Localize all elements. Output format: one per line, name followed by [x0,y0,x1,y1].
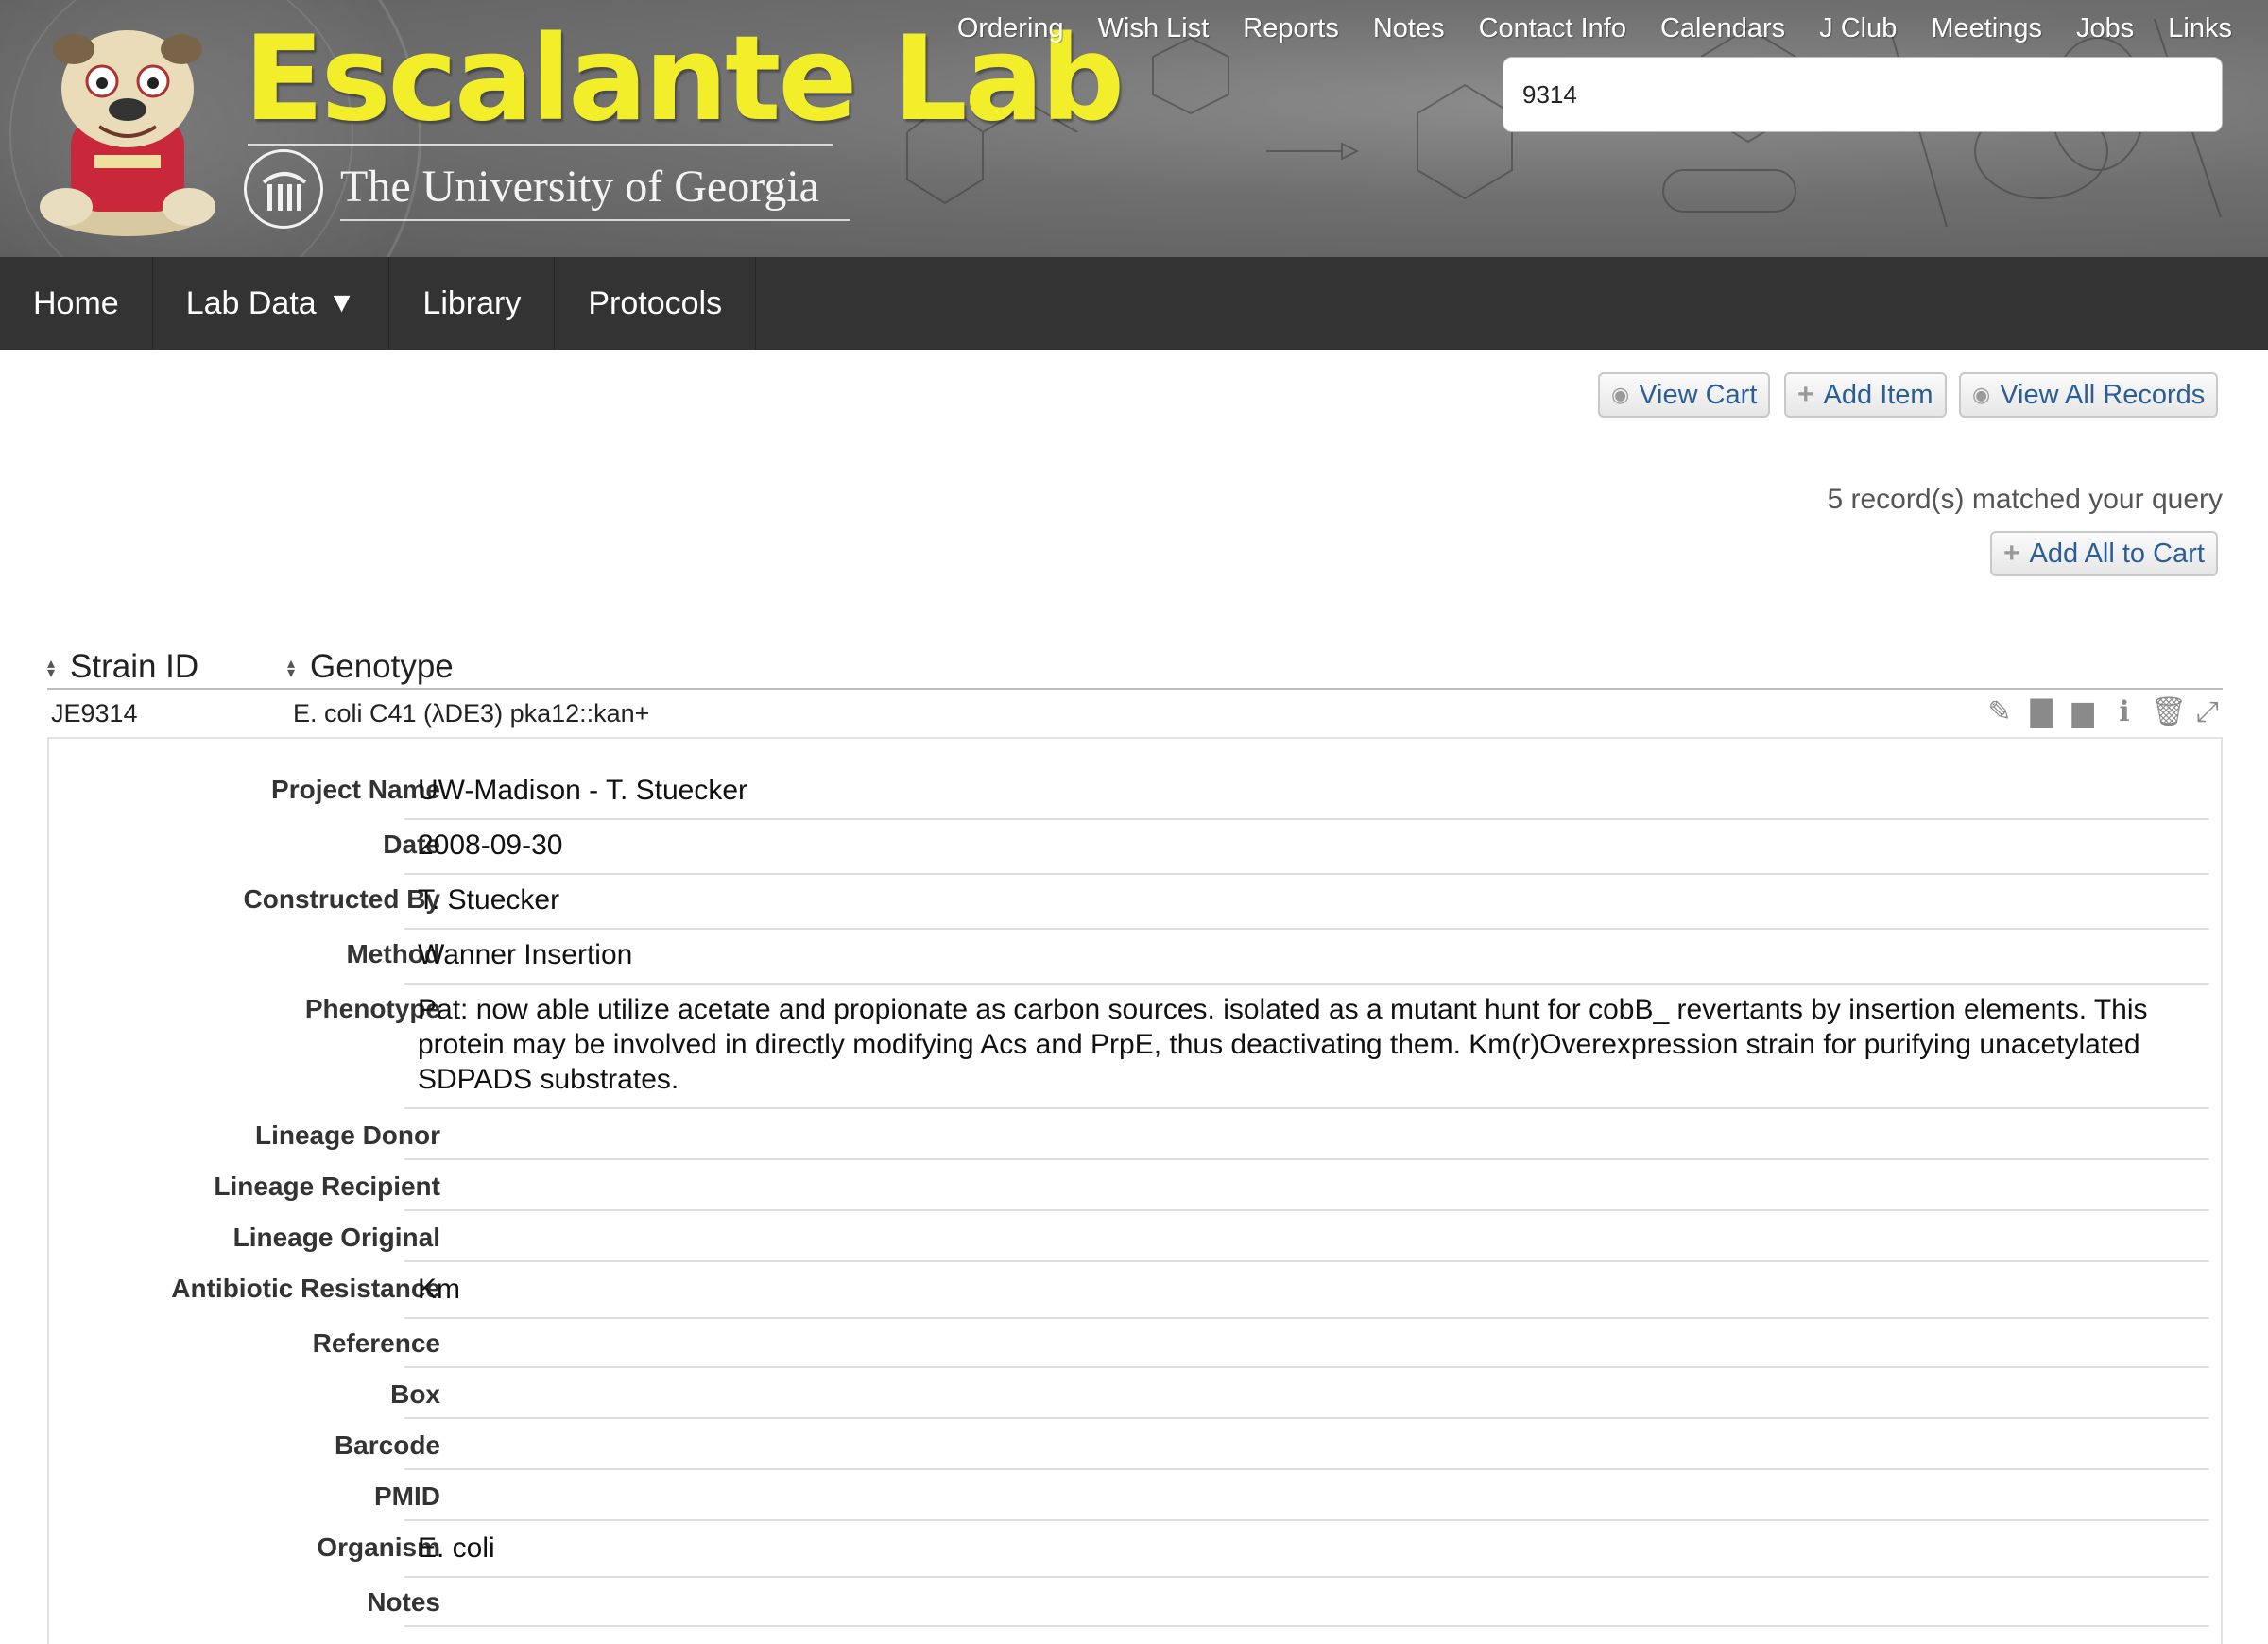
field-divider [404,1519,2209,1521]
field-divider [404,873,2209,875]
view-cart-label: View Cart [1639,379,1758,410]
title-underline [248,144,833,146]
field-label: Reference [312,1328,440,1358]
field-label: PMID [374,1481,440,1511]
field-value: T. Stuecker [418,884,560,916]
dropdown-arrow-icon: ▼ [327,287,356,318]
field-divider [404,1209,2209,1211]
field-value: Wanner Insertion [418,939,633,970]
university-name: The University of Georgia [340,162,819,212]
field-divider [404,1366,2209,1368]
uga-arch-icon [244,149,323,229]
strain-id-cell[interactable]: JE9314 [51,699,138,728]
field-divider [404,818,2209,820]
plus-icon: + [1797,379,1814,410]
field-divider [404,1107,2209,1109]
field-divider [404,928,2209,930]
university-underline [340,219,850,221]
field-label: Project Name [271,775,440,804]
field-divider [404,1625,2209,1627]
top-navigation: Ordering Wish List Reports Notes Contact… [957,13,2232,44]
copy-icon[interactable]: ▇ [2026,697,2056,728]
view-all-records-label: View All Records [2000,379,2206,410]
add-all-to-cart-label: Add All to Cart [2029,538,2205,569]
field-label: Lineage Donor [254,1121,440,1150]
add-item-label: Add Item [1823,379,1933,410]
column-header-genotype-label: Genotype [310,648,454,685]
record-detail-panel: Project Name UW-Madison - T. Stuecker Da… [47,737,2223,1644]
field-value: E. coli [418,1533,495,1564]
topnav-jobs[interactable]: Jobs [2076,13,2134,44]
field-label: Lineage Original [232,1223,440,1252]
sort-icon: ▴ ▾ [287,655,296,681]
nav-home-label: Home [33,284,119,321]
topnav-calendars[interactable]: Calendars [1660,13,1785,44]
nav-lab-data[interactable]: Lab Data ▼ [153,257,390,350]
topnav-contact-info[interactable]: Contact Info [1479,13,1626,44]
field-value: UW-Madison - T. Stuecker [418,775,747,806]
column-header-strain-id-label: Strain ID [70,648,199,685]
field-divider [404,1317,2209,1319]
field-divider [404,1468,2209,1470]
file-icon[interactable]: ▆ [2068,697,2098,728]
field-label: Antibiotic Resistance [171,1274,440,1303]
topnav-j-club[interactable]: J Club [1819,13,1897,44]
field-divider [404,983,2209,985]
nav-library[interactable]: Library [389,257,556,350]
delete-icon[interactable]: 🗑 [2151,697,2187,728]
expand-icon[interactable]: ⤢ [2192,697,2223,728]
plus-icon: + [2003,538,2020,569]
bulldog-mascot-icon [40,30,215,236]
field-divider [404,1576,2209,1578]
topnav-links[interactable]: Links [2168,13,2232,44]
info-icon[interactable]: ℹ [2109,697,2139,728]
site-banner: Escalante Lab The University of Georgia … [0,0,2268,257]
field-divider [404,1417,2209,1419]
genotype-cell: E. coli C41 (λDE3) pka12::kan+ [293,699,650,728]
match-count-text: 5 record(s) matched your query [1827,484,2223,515]
nav-home[interactable]: Home [0,257,153,350]
topnav-wish-list[interactable]: Wish List [1098,13,1210,44]
column-header-genotype[interactable]: ▴ ▾ Genotype [287,648,454,686]
view-cart-button[interactable]: ◉ View Cart [1598,372,1771,418]
field-divider [404,1158,2209,1160]
edit-icon[interactable]: ✎ [1984,697,2015,728]
sort-icon: ▴ ▾ [47,655,56,681]
field-label: Box [390,1379,440,1409]
row-actions: ✎ ▇ ▆ ℹ 🗑 ⤢ [1984,697,2223,728]
field-label: Notes [367,1587,440,1617]
topnav-notes[interactable]: Notes [1373,13,1445,44]
topnav-meetings[interactable]: Meetings [1931,13,2042,44]
view-all-records-button[interactable]: ◉ View All Records [1959,372,2219,418]
field-value: Pat: now able utilize acetate and propio… [418,994,2148,1095]
field-divider [404,1260,2209,1262]
nav-protocols-label: Protocols [588,284,723,321]
header-divider [47,688,2223,690]
field-value: Km [418,1274,460,1305]
search-input[interactable] [1503,57,2223,132]
add-item-button[interactable]: + Add Item [1784,372,1947,418]
main-navigation: Home Lab Data ▼ Library Protocols [0,257,2268,350]
add-all-to-cart-button[interactable]: + Add All to Cart [1990,531,2218,576]
nav-library-label: Library [422,284,522,321]
field-label: Barcode [334,1430,440,1460]
field-value: 2008-09-30 [418,830,563,861]
eye-icon: ◉ [1611,383,1630,406]
field-label: Lineage Recipient [214,1172,440,1201]
column-header-strain-id[interactable]: ▴ ▾ Strain ID [47,648,198,686]
topnav-ordering[interactable]: Ordering [957,13,1064,44]
field-label: Constructed By [243,884,440,914]
nav-lab-data-label: Lab Data [185,284,317,321]
eye-icon: ◉ [1972,383,1991,406]
nav-protocols[interactable]: Protocols [555,257,757,350]
topnav-reports[interactable]: Reports [1243,13,1339,44]
